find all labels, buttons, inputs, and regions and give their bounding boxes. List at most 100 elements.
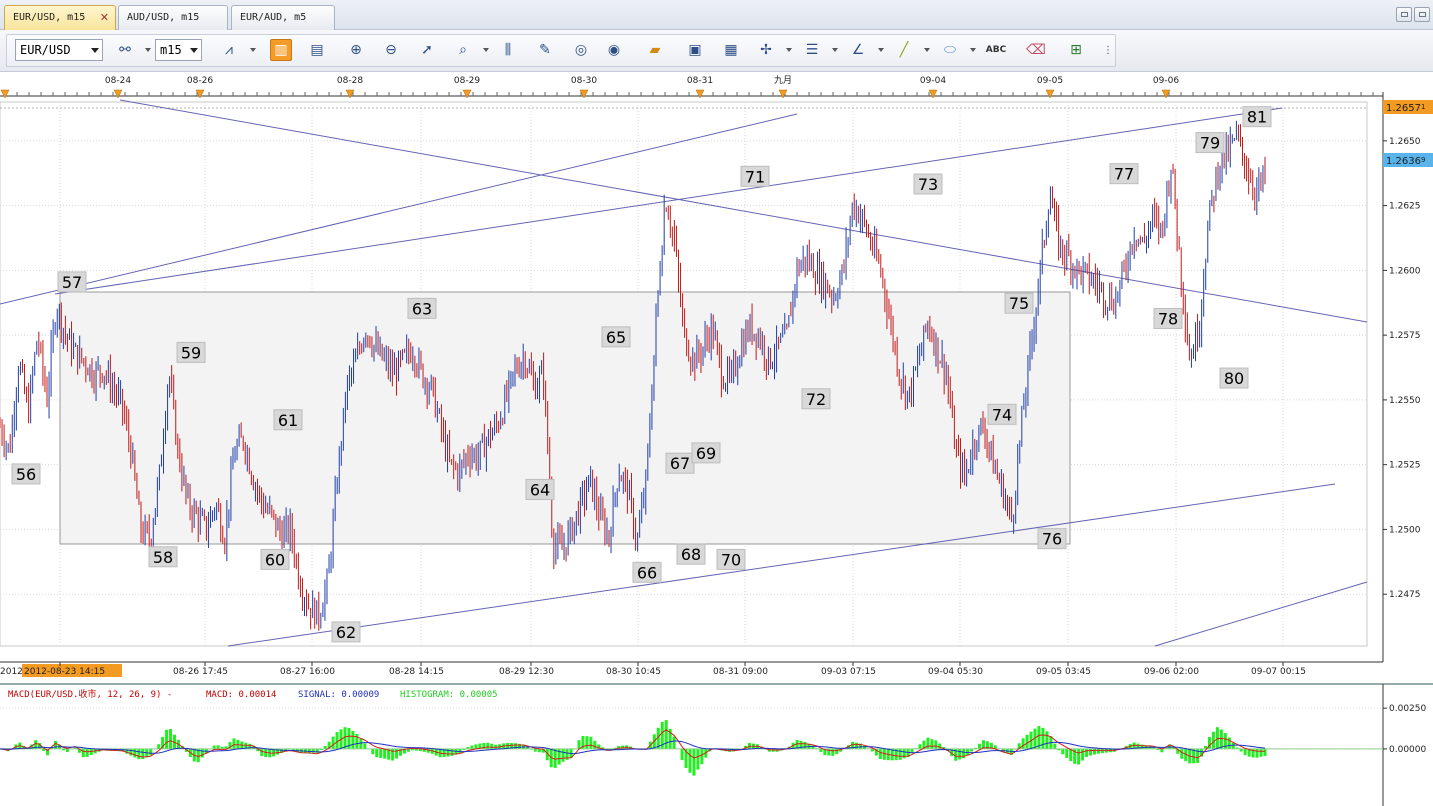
symbol-select[interactable]: EUR/USD bbox=[15, 39, 103, 61]
top-date-label: 08-28 bbox=[337, 76, 363, 86]
chevron-down-icon[interactable] bbox=[145, 48, 151, 52]
time-label: 09-05 03:45 bbox=[1036, 667, 1091, 677]
tab-label: EUR/USD, m15 bbox=[13, 12, 86, 23]
top-date-label: 九月 bbox=[774, 75, 792, 86]
candle-mode-icon[interactable]: ▥ bbox=[270, 39, 292, 61]
chevron-down-icon[interactable] bbox=[970, 48, 976, 52]
wave-label-text: 77 bbox=[1114, 165, 1134, 184]
template-icon[interactable]: ▦ bbox=[720, 39, 742, 61]
wave-label-71: 71 bbox=[740, 165, 770, 187]
tab-eur-usd-m15[interactable]: EUR/USD, m15 ✕ bbox=[4, 5, 116, 30]
chevron-down-icon[interactable] bbox=[924, 48, 930, 52]
consolidation-rectangle bbox=[59, 291, 1071, 545]
wave-label-text: 78 bbox=[1158, 309, 1178, 328]
wave-label-text: 61 bbox=[278, 411, 298, 430]
screenshot-icon[interactable]: ▣ bbox=[684, 39, 706, 61]
symbol-value: EUR/USD bbox=[20, 43, 71, 57]
chevron-down-icon[interactable] bbox=[832, 48, 838, 52]
wave-label-text: 71 bbox=[745, 167, 765, 186]
more-icon[interactable]: ⋮ bbox=[1097, 39, 1119, 61]
chart-type-icon[interactable]: ⩘ bbox=[218, 39, 240, 61]
top-price-value: 1.2657 bbox=[1386, 103, 1421, 114]
horizontal-lines-icon[interactable]: ☰ bbox=[801, 39, 823, 61]
top-date-label: 08-29 bbox=[454, 76, 480, 86]
zoom-in-icon[interactable]: ⊕ bbox=[345, 39, 367, 61]
wave-label-56: 56 bbox=[11, 463, 41, 485]
wave-label-77: 77 bbox=[1109, 163, 1139, 185]
crosshair-icon[interactable]: ✢ bbox=[755, 39, 777, 61]
time-label: 09-06 02:00 bbox=[1144, 667, 1199, 677]
macd-title: MACD(EUR/USD.收市, 12, 26, 9) - bbox=[8, 688, 172, 700]
time-label-clip: 2012 bbox=[0, 667, 23, 677]
zoom-out-icon[interactable]: ⊖ bbox=[380, 39, 402, 61]
pencil-icon[interactable]: ╱ bbox=[893, 39, 915, 61]
wave-label-text: 67 bbox=[670, 454, 690, 473]
wave-label-text: 79 bbox=[1200, 134, 1220, 153]
link-icon[interactable]: ⚯ bbox=[114, 39, 136, 61]
wave-label-67: 67 bbox=[665, 452, 695, 474]
trendline-icon[interactable]: ∠ bbox=[847, 39, 869, 61]
chart-area[interactable]: 08-24 08-26 08-28 08-29 08-30 08-31 九月 09-04 09-… bbox=[0, 72, 1433, 806]
eye-icon[interactable]: ◎ bbox=[570, 39, 592, 61]
object-tree-icon[interactable]: ⊞ bbox=[1065, 39, 1087, 61]
signal-value: SIGNAL: 0.00009 bbox=[298, 690, 379, 700]
chevron-down-icon[interactable] bbox=[250, 48, 256, 52]
tab-aud-usd-m15[interactable]: AUD/USD, m15 bbox=[118, 5, 228, 30]
wave-label-75: 75 bbox=[1004, 292, 1034, 314]
close-icon[interactable]: ✕ bbox=[100, 11, 109, 24]
chevron-down-icon[interactable] bbox=[483, 48, 489, 52]
wave-label-62: 62 bbox=[331, 621, 361, 643]
globe-icon[interactable]: ◉ bbox=[603, 39, 625, 61]
wave-label-text: 81 bbox=[1247, 108, 1267, 127]
wave-label-60: 60 bbox=[260, 548, 290, 570]
tab-label: EUR/AUD, m5 bbox=[240, 12, 307, 23]
wave-label-68: 68 bbox=[676, 543, 706, 565]
cursor-icon[interactable]: ➚ bbox=[416, 39, 438, 61]
current-price-value: 1.2636 bbox=[1386, 156, 1421, 167]
wave-label-text: 74 bbox=[992, 405, 1012, 424]
time-label: 2012-08-23 14:15 bbox=[24, 667, 105, 677]
price-tick-label: 1.2475 bbox=[1389, 590, 1421, 600]
top-date-label: 08-26 bbox=[187, 76, 213, 86]
wave-label-57: 57 bbox=[57, 271, 87, 293]
time-label: 08-30 10:45 bbox=[606, 667, 661, 677]
time-label: 08-27 16:00 bbox=[280, 667, 335, 677]
ruler-icon[interactable]: ▰ bbox=[644, 39, 666, 61]
eraser-icon[interactable]: ⌫ bbox=[1025, 39, 1047, 61]
wave-label-text: 75 bbox=[1009, 294, 1029, 313]
time-label: 08-31 09:00 bbox=[713, 667, 768, 677]
draw-icon[interactable]: ✎ bbox=[534, 39, 556, 61]
ellipse-icon[interactable]: ⬭ bbox=[939, 39, 961, 61]
svg-text:1.26571: 1.26571 bbox=[1386, 103, 1425, 114]
bar-mode-icon[interactable]: ▤ bbox=[306, 39, 328, 61]
chevron-down-icon[interactable] bbox=[878, 48, 884, 52]
wave-label-80: 80 bbox=[1219, 367, 1249, 389]
wave-label-text: 76 bbox=[1042, 530, 1062, 549]
timeframe-select[interactable]: m15 bbox=[155, 39, 202, 61]
time-label: 08-29 12:30 bbox=[499, 667, 554, 677]
period-separator-icon[interactable]: ⫼ bbox=[497, 39, 519, 61]
tab-eur-aud-m5[interactable]: EUR/AUD, m5 bbox=[231, 5, 335, 30]
chevron-down-icon bbox=[91, 48, 99, 53]
maximize-window-button[interactable] bbox=[1414, 7, 1430, 22]
indicator-tick-label: 0.00250 bbox=[1389, 704, 1426, 714]
wave-label-text: 59 bbox=[181, 343, 201, 362]
svg-text:1.26369: 1.26369 bbox=[1386, 156, 1425, 167]
restore-window-button[interactable] bbox=[1396, 7, 1412, 22]
wave-label-58: 58 bbox=[148, 546, 178, 568]
wave-label-79: 79 bbox=[1195, 132, 1225, 154]
wave-label-70: 70 bbox=[716, 548, 746, 570]
wave-label-65: 65 bbox=[601, 326, 631, 348]
wave-label-text: 66 bbox=[637, 563, 657, 582]
top-date-label: 09-04 bbox=[920, 76, 946, 86]
wave-label-63: 63 bbox=[407, 297, 437, 319]
price-tick-label: 1.2525 bbox=[1389, 461, 1421, 471]
wave-label-text: 68 bbox=[681, 545, 701, 564]
wave-label-61: 61 bbox=[273, 409, 303, 431]
zoom-icon[interactable]: ⌕ bbox=[452, 39, 474, 61]
price-tick-label: 1.2625 bbox=[1389, 202, 1421, 212]
text-label-icon[interactable]: ABC bbox=[985, 39, 1007, 61]
wave-label-text: 56 bbox=[16, 465, 36, 484]
wave-label-72: 72 bbox=[801, 388, 831, 410]
chevron-down-icon[interactable] bbox=[786, 48, 792, 52]
